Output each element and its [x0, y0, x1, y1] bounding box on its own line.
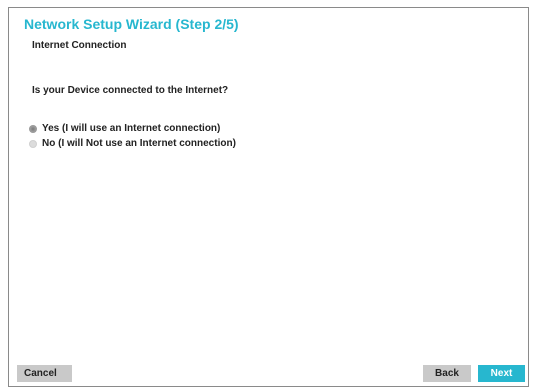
option-yes[interactable]: Yes (I will use an Internet connection)	[29, 123, 220, 134]
question-text: Is your Device connected to the Internet…	[32, 85, 229, 96]
next-button[interactable]: Next	[478, 365, 525, 382]
cancel-button[interactable]: Cancel	[17, 365, 72, 382]
back-button[interactable]: Back	[423, 365, 471, 382]
wizard-title: Network Setup Wizard (Step 2/5)	[24, 16, 239, 32]
section-heading: Internet Connection	[32, 40, 127, 51]
option-no[interactable]: No (I will Not use an Internet connectio…	[29, 138, 236, 149]
option-yes-label: Yes (I will use an Internet connection)	[42, 123, 221, 134]
radio-yes[interactable]	[29, 124, 37, 133]
radio-no[interactable]	[29, 139, 37, 148]
option-no-label: No (I will Not use an Internet connectio…	[42, 138, 236, 149]
network-setup-wizard-window: Network Setup Wizard (Step 2/5) Internet…	[8, 7, 529, 387]
